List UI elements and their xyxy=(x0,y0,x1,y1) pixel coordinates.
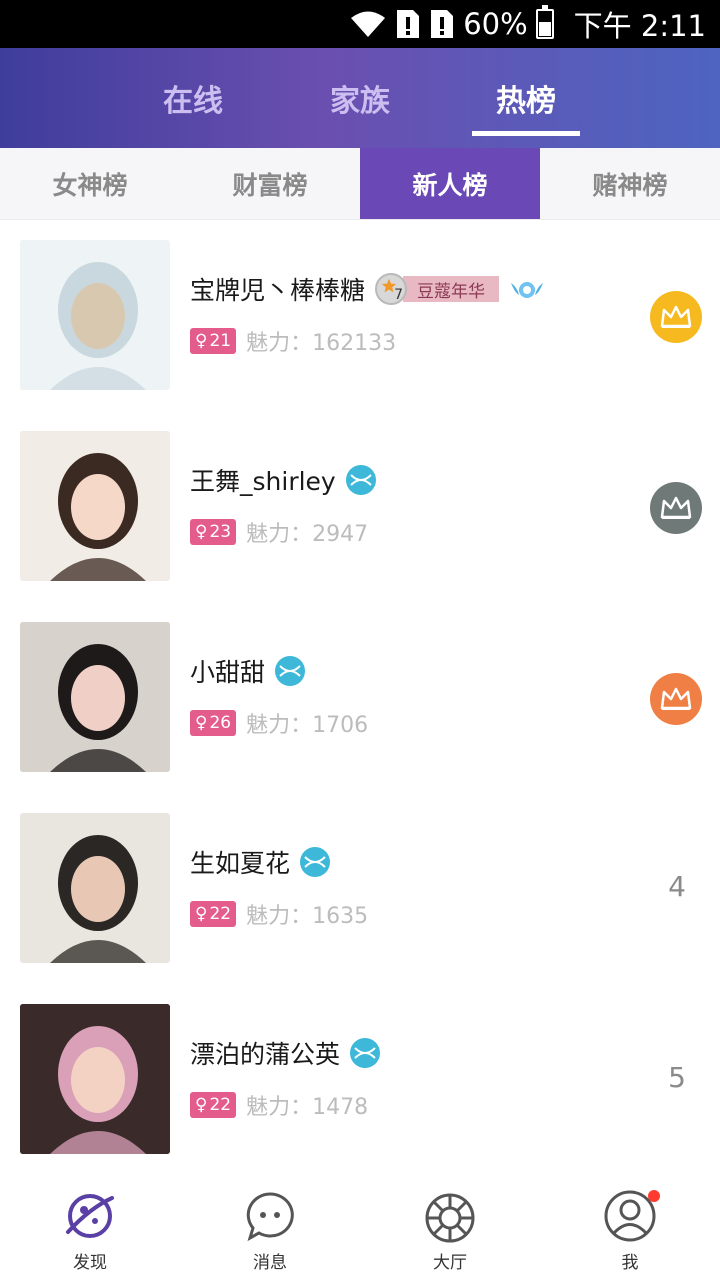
vip-badge-icon xyxy=(300,847,331,877)
sim-alert-icon xyxy=(429,8,455,40)
avatar[interactable] xyxy=(20,813,170,963)
user-name: 漂泊的蒲公英 xyxy=(190,1040,341,1069)
tab-hot-list[interactable]: 热榜 xyxy=(466,48,586,148)
charm-value: 魅力：1706 xyxy=(246,713,369,738)
wifi-icon xyxy=(349,9,387,39)
rank-crown-icon xyxy=(650,291,702,343)
battery-icon xyxy=(535,5,554,39)
top-tab-bar: 在线 家族 热榜 xyxy=(0,48,720,148)
status-bar: 60% 下午 2:11 xyxy=(0,0,720,48)
nav-lobby[interactable]: 大厅 xyxy=(360,1178,540,1280)
level-badge: 7 豆蔻年华 xyxy=(375,273,500,305)
female-icon: ♀ xyxy=(195,522,208,542)
rank-number: 4 xyxy=(668,870,686,903)
user-name: 生如夏花 xyxy=(190,849,291,878)
avatar[interactable] xyxy=(20,1004,170,1154)
battery-level xyxy=(538,22,551,36)
ranking-list: 宝牌児丶棒棒糖 7 豆蔻年华 ♀21 魅力：162133 王舞_shirley xyxy=(0,221,720,1176)
female-icon: ♀ xyxy=(195,331,208,351)
sim-alert-icon xyxy=(395,8,421,40)
vip-badge-icon xyxy=(345,465,376,495)
winged-badge-icon xyxy=(509,275,545,303)
nav-me[interactable]: 我 xyxy=(540,1178,720,1280)
charm-value: 魅力：1478 xyxy=(246,1095,369,1120)
nav-discover[interactable]: 发现 xyxy=(0,1178,180,1280)
user-icon xyxy=(602,1188,660,1244)
avatar[interactable] xyxy=(20,431,170,581)
female-icon: ♀ xyxy=(195,904,208,924)
wheel-icon xyxy=(422,1188,478,1244)
level-icon: 7 xyxy=(375,273,408,305)
ranking-tab-bar: 女神榜 财富榜 新人榜 赌神榜 xyxy=(0,148,720,220)
avatar[interactable] xyxy=(20,622,170,772)
list-item[interactable]: 王舞_shirley ♀ 23 魅力：2947 xyxy=(0,412,720,603)
user-name: 王舞_shirley xyxy=(190,467,336,496)
avatar[interactable] xyxy=(20,240,170,390)
charm-value: 魅力：2947 xyxy=(246,522,369,547)
rank-number: 5 xyxy=(668,1061,686,1094)
charm-value: 魅力：162133 xyxy=(246,331,397,356)
bottom-nav: 发现 消息 大厅 我 xyxy=(0,1178,720,1280)
clock: 下午 2:11 xyxy=(573,9,706,43)
planet-icon xyxy=(62,1188,118,1244)
tab-goddess-list[interactable]: 女神榜 xyxy=(0,148,180,219)
chat-bubble-icon xyxy=(242,1188,298,1244)
charm-value: 魅力：1635 xyxy=(246,904,369,929)
tab-wealth-list[interactable]: 财富榜 xyxy=(180,148,360,219)
gender-age-tag: ♀ 23 xyxy=(190,519,237,545)
gender-age-tag: ♀ 26 xyxy=(190,710,237,736)
user-name: 宝牌児丶棒棒糖 xyxy=(190,276,366,305)
status-indicators: 60% 下午 2:11 xyxy=(349,0,706,48)
list-item[interactable]: 漂泊的蒲公英 ♀ 22 魅力：1478 5 xyxy=(0,985,720,1176)
list-item[interactable]: 宝牌児丶棒棒糖 7 豆蔻年华 ♀ 21 魅力：162133 xyxy=(0,221,720,412)
active-tab-indicator xyxy=(472,131,580,136)
tab-online[interactable]: 在线 xyxy=(133,48,253,148)
tab-newcomer-list[interactable]: 新人榜 xyxy=(360,148,540,219)
notification-dot xyxy=(648,1190,660,1202)
battery-percent: 60% xyxy=(463,7,528,41)
vip-badge-icon xyxy=(275,656,306,686)
female-icon: ♀ xyxy=(195,713,208,733)
user-name: 小甜甜 xyxy=(190,658,266,687)
tab-family[interactable]: 家族 xyxy=(300,48,420,148)
vip-badge-icon xyxy=(350,1038,381,1068)
gender-age-tag: ♀ 22 xyxy=(190,901,237,927)
gender-age-tag: ♀ 21 xyxy=(190,328,237,354)
family-tag: 豆蔻年华 xyxy=(403,276,500,302)
female-icon: ♀ xyxy=(195,1095,208,1115)
tab-gambler-list[interactable]: 赌神榜 xyxy=(540,148,720,219)
list-item[interactable]: 生如夏花 ♀ 22 魅力：1635 4 xyxy=(0,794,720,985)
rank-crown-icon xyxy=(650,482,702,534)
list-item[interactable]: 小甜甜 ♀ 26 魅力：1706 xyxy=(0,603,720,794)
gender-age-tag: ♀ 22 xyxy=(190,1092,237,1118)
rank-crown-icon xyxy=(650,673,702,725)
nav-messages[interactable]: 消息 xyxy=(180,1178,360,1280)
